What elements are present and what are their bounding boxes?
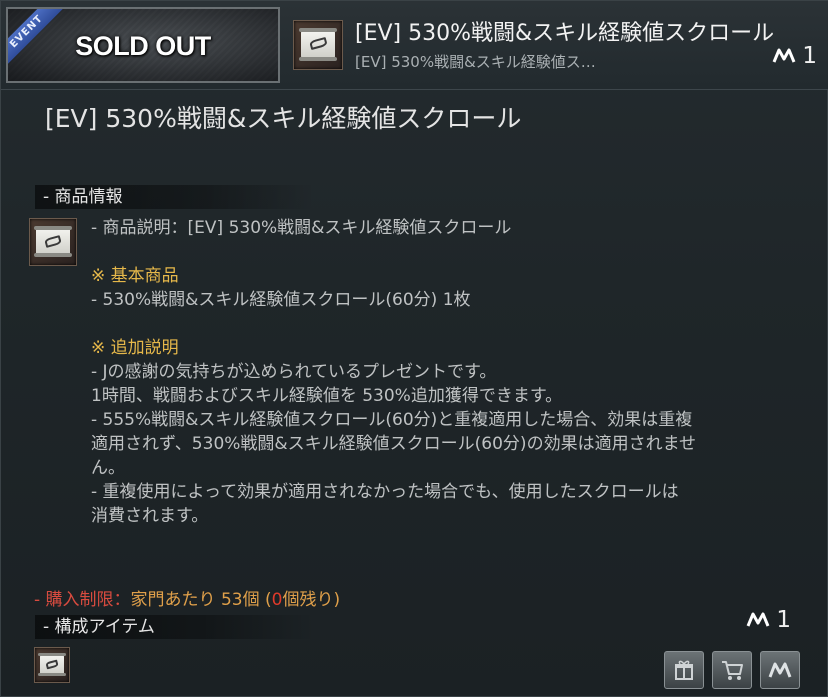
product-description: - 商品説明：[EV] 530%戦闘&スキル経験値スクロール [91,218,512,238]
basic-product-heading: ※ 基本商品 [91,266,179,286]
extra-description-heading: ※ 追加説明 [91,338,179,358]
sold-out-banner: EVENT SOLD OUT [6,7,280,83]
scroll-item-icon [293,20,343,70]
sold-out-label: SOLD OUT [75,31,211,61]
page-title: [EV] 530%戦闘&スキル経験値スクロール [45,104,522,133]
item-detail-panel: EVENT SOLD OUT [EV] 530%戦闘&スキル経験値スクロール [… [0,0,828,697]
purchase-limit-family: 家門あたり 53個 ( [130,590,272,610]
buy-with-pearls-button[interactable] [760,651,800,689]
extra-description-line: 1時間、戦闘およびスキル経験値を 530%追加獲得できます。 [91,386,563,406]
pearl-currency-icon [746,612,770,627]
extra-description-line: 適用されず、530%戦闘&スキル経験値スクロール(60分)の効果は適用されませ [91,434,697,454]
product-info-section-header: - 商品情報 [35,185,315,209]
purchase-limit-remaining: 0 [271,590,283,610]
extra-description-line: 消費されます。 [91,506,209,526]
gift-icon [675,660,693,680]
pearl-currency-icon [772,48,796,63]
header-price-value: 1 [802,43,817,69]
extra-description-line: ん。 [91,458,125,478]
components-section-header: - 構成アイテム [35,615,315,639]
scroll-item-icon [29,218,77,266]
header-item-title: [EV] 530%戦闘&スキル経験値スクロール [355,21,775,46]
extra-description-line: - 555%戦闘&スキル経験値スクロール(60分)と重複適用した場合、効果は重複 [91,410,693,430]
bottom-price: 1 [746,607,791,633]
basic-product-item: - 530%戦闘&スキル経験値スクロール(60分) 1枚 [91,290,471,310]
component-item-icon[interactable] [34,647,70,683]
cart-icon [722,661,743,680]
item-header: EVENT SOLD OUT [EV] 530%戦闘&スキル経験値スクロール [… [1,1,828,90]
bottom-price-value: 1 [776,607,791,633]
extra-description-line: - 重複使用によって効果が適用されなかった場合でも、使用したスクロールは [91,482,679,502]
gift-button[interactable] [664,651,704,689]
purchase-limit: - 購入制限：家門あたり 53個 (0個残り) [34,585,340,610]
purchase-limit-suffix: 個残り) [282,590,341,610]
header-item-subtitle: [EV] 530%戦闘&スキル経験値ス… [355,53,596,71]
purchase-limit-prefix: - 購入制限： [34,590,131,610]
add-to-cart-button[interactable] [712,651,752,689]
pearl-buy-icon [768,662,792,678]
extra-description-line: - Jの感謝の気持ちが込められているプレゼントです。 [91,362,497,382]
header-price: 1 [772,43,817,69]
